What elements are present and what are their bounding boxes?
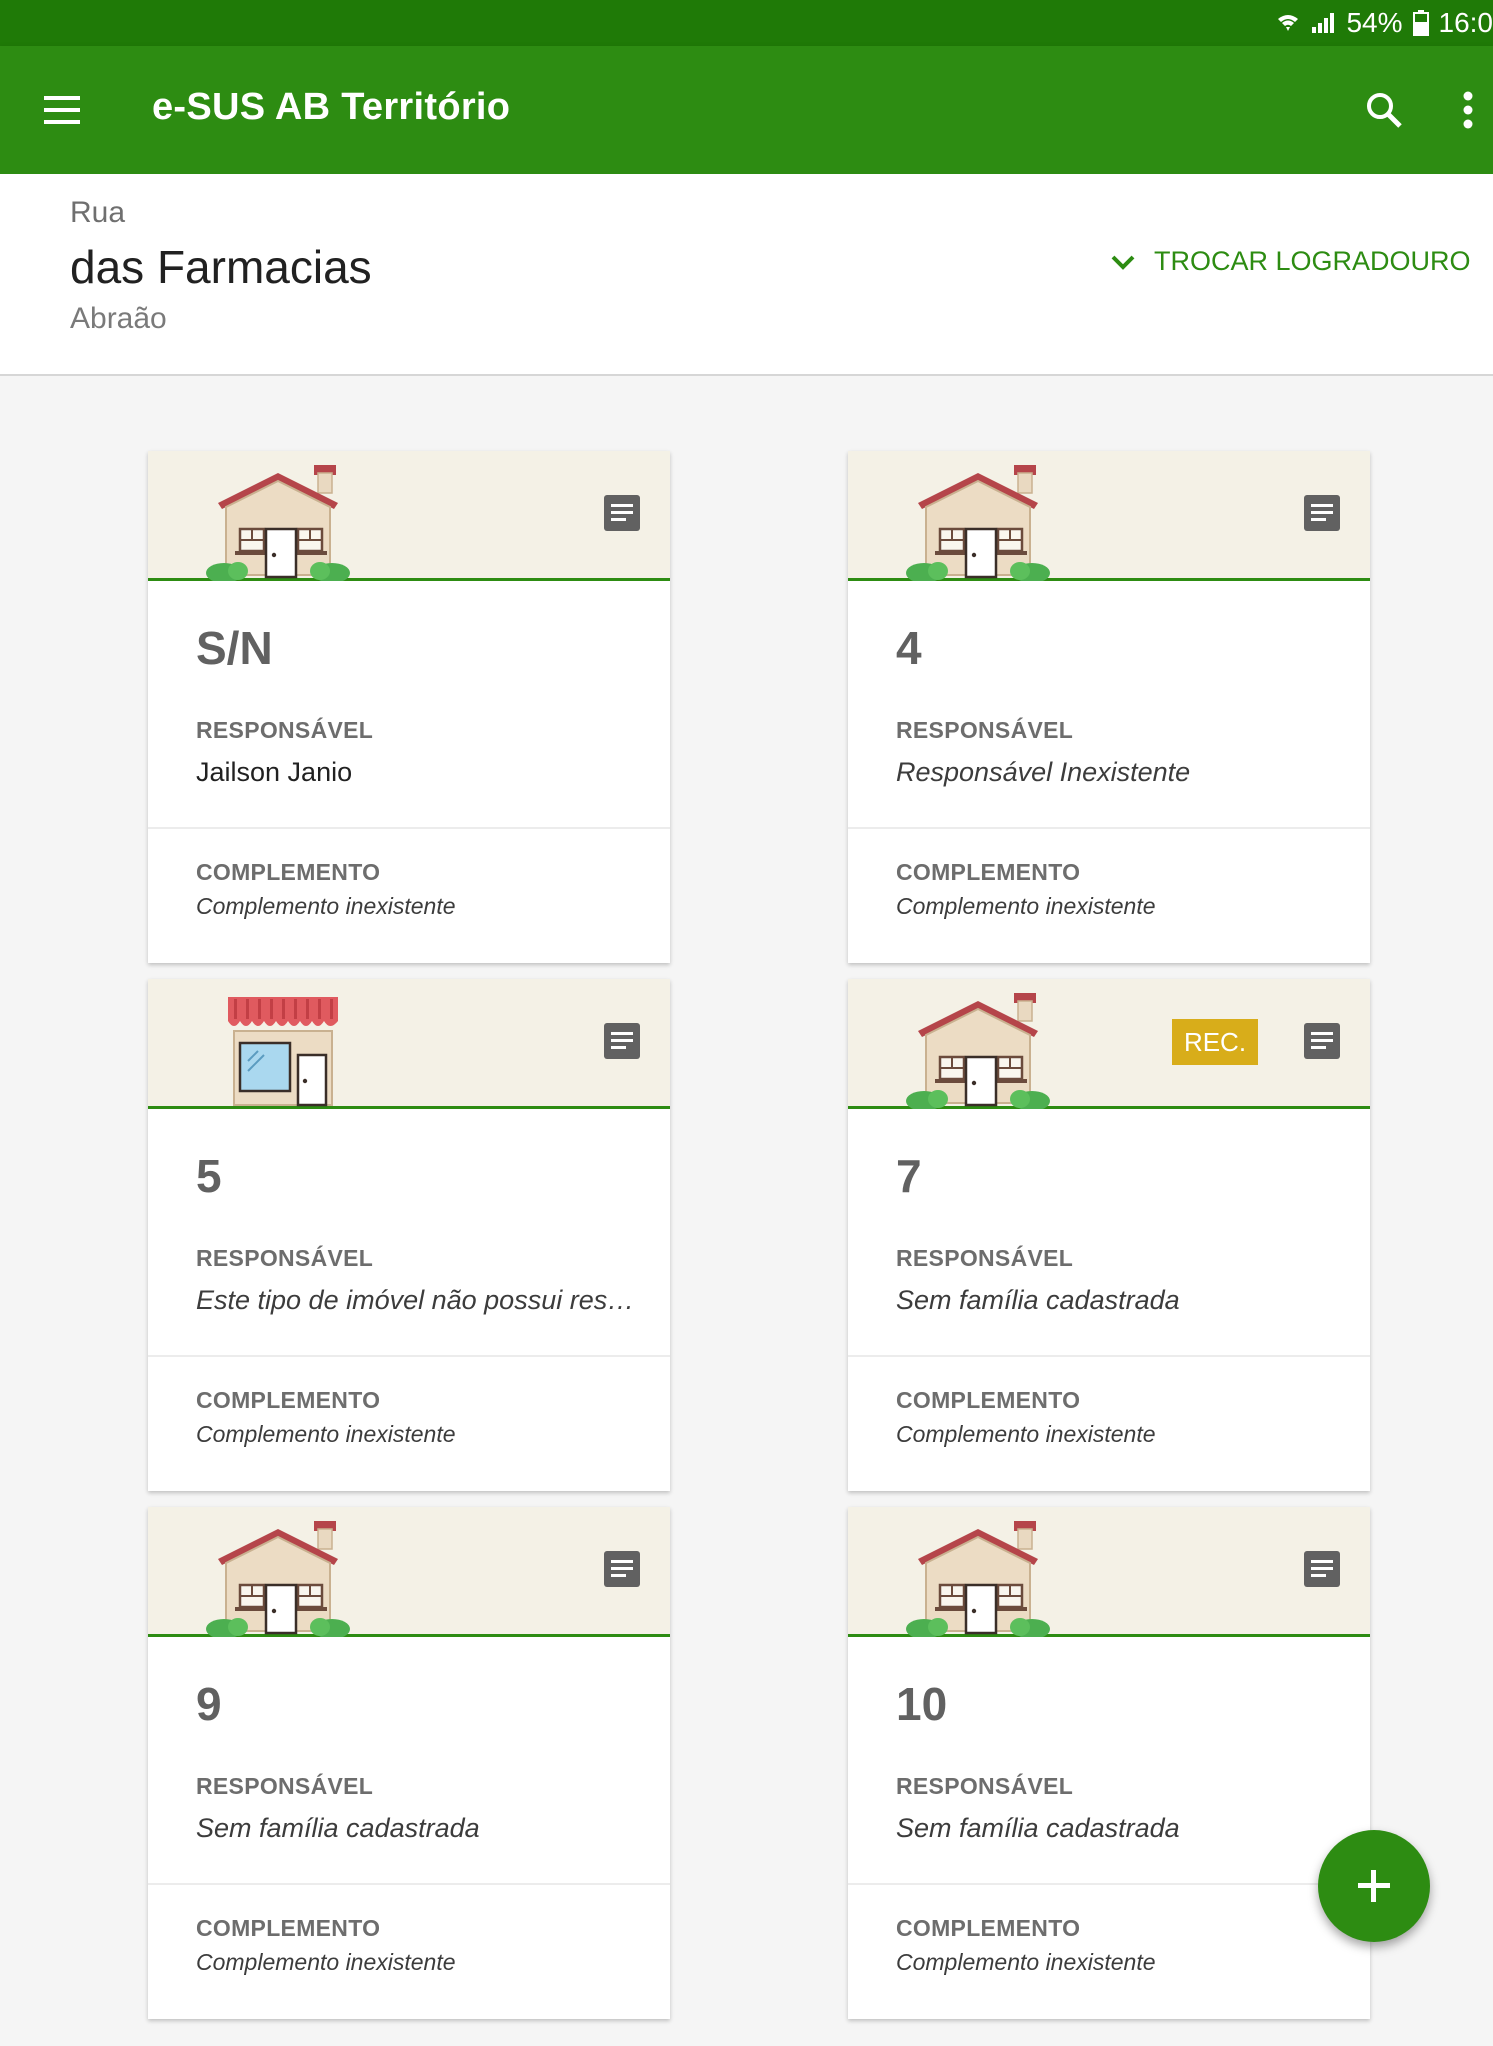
menu-button[interactable] [40, 86, 90, 134]
street-type: Rua [70, 196, 126, 229]
card-illustration-area [148, 979, 670, 1109]
responsavel-label: RESPONSÁVEL [896, 717, 1074, 743]
responsavel-value: Jailson Janio [196, 757, 353, 787]
property-card[interactable]: 4 RESPONSÁVEL Responsável Inexistente CO… [848, 451, 1370, 963]
complemento-label: COMPLEMENTO [196, 859, 381, 885]
complemento-label: COMPLEMENTO [896, 859, 1081, 885]
house-icon [204, 463, 352, 581]
app-bar: e-SUS AB Território [0, 46, 1493, 174]
complemento-value: Complemento inexistente [896, 893, 1156, 919]
responsavel-value: Sem família cadastrada [196, 1813, 480, 1843]
card-illustration-area [848, 451, 1370, 581]
complemento-label: COMPLEMENTO [196, 1915, 381, 1941]
property-number: 9 [196, 1678, 222, 1730]
chevron-down-icon [1111, 255, 1135, 270]
property-number: S/N [196, 622, 273, 674]
responsavel-value: Sem família cadastrada [896, 1813, 1180, 1843]
property-card[interactable]: REC. 7 RESPONSÁVEL Sem família cadastrad… [848, 979, 1370, 1491]
house-icon [204, 1519, 352, 1637]
notes-icon[interactable] [1304, 1023, 1340, 1059]
divider [148, 827, 670, 829]
responsavel-label: RESPONSÁVEL [896, 1773, 1074, 1799]
complemento-value: Complemento inexistente [196, 1421, 456, 1447]
status-icons: 54% 16:0 [1276, 0, 1493, 46]
battery-icon [1412, 10, 1429, 36]
status-bar: 54% 16:0 [0, 0, 1493, 46]
rec-badge: REC. [1172, 1019, 1258, 1065]
menu-icon [44, 96, 80, 124]
notes-icon[interactable] [604, 1551, 640, 1587]
notes-icon[interactable] [604, 1023, 640, 1059]
property-card[interactable]: 9 RESPONSÁVEL Sem família cadastrada COM… [148, 1507, 670, 2019]
responsavel-value: Responsável Inexistente [896, 757, 1191, 787]
property-number: 4 [896, 622, 922, 674]
more-options-button[interactable] [1450, 84, 1486, 136]
search-button[interactable] [1360, 86, 1408, 134]
more-vert-icon [1463, 91, 1473, 129]
complemento-value: Complemento inexistente [896, 1421, 1156, 1447]
property-card[interactable]: S/N RESPONSÁVEL Jailson Janio COMPLEMENT… [148, 451, 670, 963]
complemento-label: COMPLEMENTO [196, 1387, 381, 1413]
add-property-button[interactable] [1318, 1830, 1430, 1942]
card-illustration-area [148, 451, 670, 581]
notes-icon[interactable] [1304, 1551, 1340, 1587]
card-illustration-area [148, 1507, 670, 1637]
responsavel-label: RESPONSÁVEL [896, 1245, 1074, 1271]
property-number: 7 [896, 1150, 922, 1202]
complemento-value: Complemento inexistente [196, 1949, 456, 1975]
house-icon [904, 1519, 1052, 1637]
divider [148, 1355, 670, 1357]
card-illustration-area: REC. [848, 979, 1370, 1109]
complemento-value: Complemento inexistente [896, 1949, 1156, 1975]
card-illustration-area [848, 1507, 1370, 1637]
notes-icon[interactable] [604, 495, 640, 531]
notes-icon[interactable] [1304, 495, 1340, 531]
complemento-value: Complemento inexistente [196, 893, 456, 919]
property-card[interactable]: 10 RESPONSÁVEL Sem família cadastrada CO… [848, 1507, 1370, 2019]
switch-street-label: TROCAR LOGRADOURO [1154, 246, 1471, 276]
property-card[interactable]: 5 RESPONSÁVEL Este tipo de imóvel não po… [148, 979, 670, 1491]
search-icon [1367, 93, 1402, 128]
complemento-label: COMPLEMENTO [896, 1915, 1081, 1941]
app-title: e-SUS AB Território [152, 86, 511, 128]
responsavel-label: RESPONSÁVEL [196, 1245, 374, 1271]
plus-icon [1358, 1870, 1390, 1902]
divider [848, 1883, 1370, 1885]
divider [848, 1355, 1370, 1357]
complemento-label: COMPLEMENTO [896, 1387, 1081, 1413]
property-number: 10 [896, 1678, 948, 1730]
responsavel-label: RESPONSÁVEL [196, 717, 374, 743]
responsavel-value: Sem família cadastrada [896, 1285, 1180, 1315]
responsavel-label: RESPONSÁVEL [196, 1773, 374, 1799]
street-area: Abraão [70, 302, 167, 335]
shop-icon [226, 995, 340, 1107]
house-icon [904, 991, 1052, 1109]
house-icon [904, 463, 1052, 581]
street-header: Rua das Farmacias Abraão TROCAR LOGRADOU… [0, 174, 1493, 376]
signal-icon [1312, 13, 1335, 33]
switch-street-button[interactable]: TROCAR LOGRADOURO [1110, 246, 1471, 277]
wifi-icon [1278, 15, 1299, 31]
property-number: 5 [196, 1150, 222, 1202]
divider [148, 1883, 670, 1885]
street-name: das Farmacias [70, 241, 372, 293]
divider [848, 827, 1370, 829]
responsavel-value: Este tipo de imóvel não possui responsáv… [196, 1285, 636, 1315]
battery-percent: 54% [1346, 7, 1403, 38]
clock: 16:0 [1438, 7, 1493, 38]
